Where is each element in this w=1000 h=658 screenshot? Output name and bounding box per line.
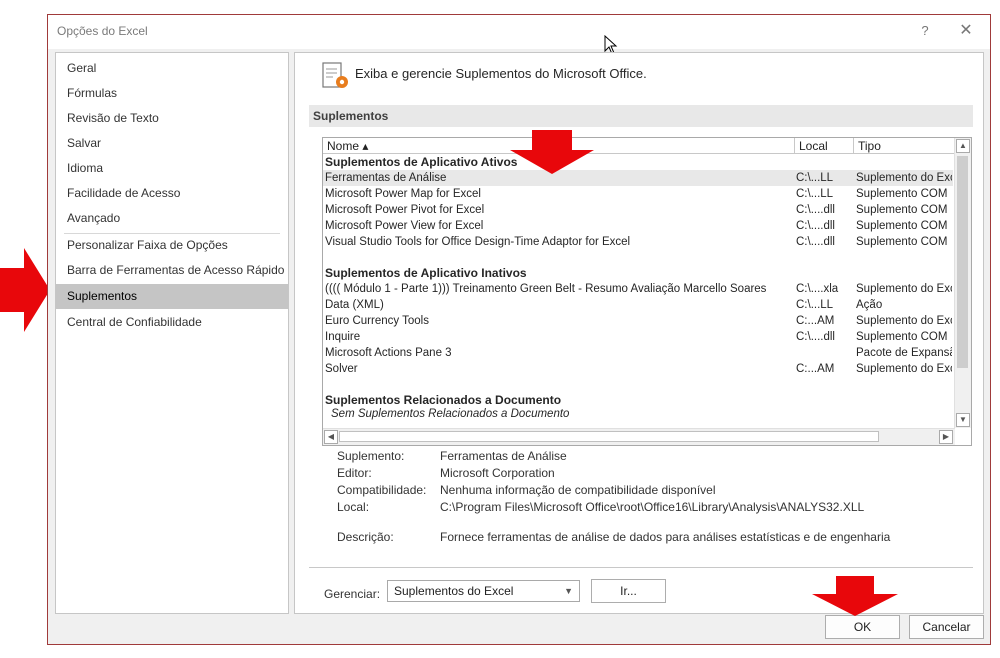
group-title-active: Suplementos de Aplicativo Ativos <box>325 155 518 169</box>
horizontal-scrollbar[interactable]: ◀ ▶ <box>323 428 955 445</box>
detail-label-local: Local: <box>337 500 370 514</box>
panel-header: Exiba e gerencie Suplementos do Microsof… <box>355 66 647 81</box>
section-title: Suplementos <box>309 105 973 127</box>
addin-name: Microsoft Power View for Excel <box>325 220 484 232</box>
addin-local: C:\...LL <box>796 299 834 311</box>
addin-local: C:\....dll <box>796 331 835 343</box>
detail-label-desc: Descrição: <box>337 530 394 544</box>
detail-value-local: C:\Program Files\Microsoft Office\root\O… <box>440 500 865 514</box>
scroll-right-icon[interactable]: ▶ <box>939 430 953 444</box>
addin-local: C:\....xla <box>796 283 839 295</box>
detail-value-editor: Microsoft Corporation <box>440 466 555 480</box>
addin-name: Microsoft Power Pivot for Excel <box>325 204 485 216</box>
vertical-scrollbar[interactable]: ▲ ▼ <box>954 138 971 428</box>
scroll-down-icon[interactable]: ▼ <box>956 413 970 427</box>
go-button[interactable]: Ir... <box>591 579 666 603</box>
title-bar: Opções do Excel ? ✕ <box>48 15 990 49</box>
addin-type: Suplemento do Excel <box>856 283 952 295</box>
addin-type: Suplemento COM <box>856 188 948 200</box>
help-button[interactable]: ? <box>915 21 935 41</box>
addin-name: (((( Módulo 1 - Parte 1))) Treinamento G… <box>325 283 767 295</box>
vertical-scroll-thumb[interactable] <box>957 156 968 368</box>
detail-value-suplemento: Ferramentas de Análise <box>440 449 567 463</box>
addin-local: C:\....dll <box>796 220 835 232</box>
detail-value-desc: Fornece ferramentas de análise de dados … <box>440 530 891 544</box>
scroll-left-icon[interactable]: ◀ <box>324 430 338 444</box>
addin-type: Ação <box>856 299 883 311</box>
column-header-tipo[interactable]: Tipo <box>854 138 955 154</box>
divider <box>309 567 973 568</box>
addin-name: Visual Studio Tools for Office Design-Ti… <box>325 236 631 248</box>
addin-type: Suplemento COM <box>856 236 948 248</box>
options-nav: Geral Fórmulas Revisão de Texto Salvar I… <box>55 52 289 614</box>
addin-name: Solver <box>325 363 358 375</box>
addin-type: Suplemento COM <box>856 220 948 232</box>
nav-item-personalizar-faixa[interactable]: Personalizar Faixa de Opções <box>56 233 288 258</box>
nav-item-geral[interactable]: Geral <box>56 56 288 81</box>
group-title-document: Suplementos Relacionados a Documento <box>325 393 562 407</box>
red-arrow-down-ok <box>812 576 898 616</box>
addins-gear-document-icon <box>322 62 348 88</box>
cancel-button[interactable]: Cancelar <box>909 615 984 639</box>
addin-type: Pacote de Expansão <box>856 347 952 359</box>
manage-select-value: Suplementos do Excel <box>394 584 514 598</box>
addin-local: C:\....dll <box>796 236 835 248</box>
scroll-up-icon[interactable]: ▲ <box>956 139 970 153</box>
window-title: Opções do Excel <box>57 24 148 38</box>
addin-type: Suplemento do Excel <box>856 363 952 375</box>
horizontal-scroll-thumb[interactable] <box>339 431 879 442</box>
chevron-down-icon[interactable]: ▼ <box>564 581 573 601</box>
nav-item-formulas[interactable]: Fórmulas <box>56 81 288 106</box>
addin-type: Suplemento COM <box>856 331 948 343</box>
detail-label-editor: Editor: <box>337 466 372 480</box>
addin-name: Data (XML) <box>325 299 384 311</box>
group-title-inactive: Suplementos de Aplicativo Inativos <box>325 266 527 280</box>
addins-panel: Exiba e gerencie Suplementos do Microsof… <box>294 52 984 614</box>
addin-name: Inquire <box>325 331 361 343</box>
nav-item-barra-acesso-rapido[interactable]: Barra de Ferramentas de Acesso Rápido <box>56 258 288 283</box>
detail-label-suplemento: Suplemento: <box>337 449 405 463</box>
nav-item-revisao[interactable]: Revisão de Texto <box>56 106 288 131</box>
addin-local: C:\...LL <box>796 172 834 184</box>
red-arrow-down-list <box>510 130 594 174</box>
nav-item-facilidade[interactable]: Facilidade de Acesso <box>56 181 288 206</box>
nav-item-salvar[interactable]: Salvar <box>56 131 288 156</box>
nav-item-avancado[interactable]: Avançado <box>56 206 288 231</box>
nav-item-idioma[interactable]: Idioma <box>56 156 288 181</box>
excel-options-dialog: Opções do Excel ? ✕ Geral Fórmulas Revis… <box>47 14 991 645</box>
nav-item-suplementos[interactable]: Suplementos <box>56 284 288 309</box>
column-header-local[interactable]: Local <box>795 138 854 154</box>
nav-item-central-confiabilidade[interactable]: Central de Confiabilidade <box>56 310 288 335</box>
manage-label: Gerenciar: <box>324 587 381 601</box>
red-arrow-left <box>0 248 50 332</box>
addin-name: Euro Currency Tools <box>325 315 429 327</box>
addin-name: Microsoft Actions Pane 3 <box>325 347 452 359</box>
addin-type: Suplemento do Excel <box>856 315 952 327</box>
addin-name: Microsoft Power Map for Excel <box>325 188 481 200</box>
addin-local: C:\....dll <box>796 204 835 216</box>
addin-type: Suplemento do Excel <box>856 172 952 184</box>
ok-button[interactable]: OK <box>825 615 900 639</box>
detail-label-compat: Compatibilidade: <box>337 483 427 497</box>
detail-value-compat: Nenhuma informação de compatibilidade di… <box>440 483 716 497</box>
addins-list[interactable]: Nome ▴ Local Tipo Suplementos de Aplicat… <box>322 137 972 446</box>
list-row[interactable]: Ferramentas de Análise C:\...LL Suplemen… <box>323 170 953 186</box>
addin-local: C:...AM <box>796 363 835 375</box>
addin-local: C:\...LL <box>796 188 834 200</box>
close-button[interactable]: ✕ <box>956 21 976 41</box>
addin-type: Suplemento COM <box>856 204 948 216</box>
empty-group-text: Sem Suplementos Relacionados a Documento <box>331 408 570 420</box>
manage-select[interactable]: Suplementos do Excel ▼ <box>387 580 580 602</box>
addin-local: C:...AM <box>796 315 835 327</box>
